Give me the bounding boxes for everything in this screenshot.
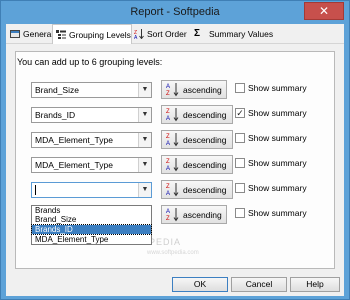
show-summary-label-4: Show summary [248, 158, 307, 168]
svg-text:A: A [166, 209, 170, 215]
field-combo-4[interactable]: MDA_Element_Type ▼ [31, 157, 152, 173]
window-title: Report - Softpedia [130, 6, 220, 18]
chevron-down-icon[interactable]: ▼ [138, 183, 151, 197]
help-button[interactable]: Help [290, 277, 340, 292]
sort-label-3: descending [183, 134, 227, 145]
sigma-icon: Σ [194, 28, 201, 39]
show-summary-checkbox-3[interactable] [235, 133, 245, 143]
tab-general[interactable]: General [10, 25, 53, 43]
show-summary-checkbox-4[interactable] [235, 158, 245, 168]
tab-sort-label: Sort Order [147, 29, 187, 39]
field-value-2: Brands_ID [35, 110, 76, 120]
svg-text:A: A [166, 141, 170, 147]
dropdown-option[interactable]: MDA_Element_Type [32, 235, 151, 244]
field-value-4: MDA_Element_Type [35, 160, 113, 170]
dialog-footer: OK Cancel Help [6, 271, 344, 296]
svg-text:A: A [166, 84, 170, 90]
show-summary-label-2: Show summary [248, 108, 307, 118]
ok-button[interactable]: OK [172, 277, 228, 292]
sort-ascending-icon: AZ [166, 82, 180, 97]
chevron-down-icon[interactable]: ▼ [138, 83, 151, 97]
sort-button-5[interactable]: ZA descending [161, 180, 233, 199]
sort-descending-icon: ZA [166, 132, 180, 147]
title-bar[interactable]: Report - Softpedia ✕ [1, 1, 349, 24]
sort-button-2[interactable]: ZA descending [161, 105, 233, 124]
svg-text:A: A [134, 35, 138, 39]
grouping-icon [56, 29, 66, 40]
sort-label-6: ascending [183, 209, 222, 220]
field-combo-3[interactable]: MDA_Element_Type ▼ [31, 132, 152, 148]
sort-descending-icon: ZA [166, 157, 180, 172]
svg-text:Z: Z [166, 91, 170, 97]
grouping-heading: You can add up to 6 grouping levels: [17, 57, 163, 67]
report-window: Report - Softpedia ✕ General Grouping Le… [0, 0, 350, 300]
show-summary-checkbox-2[interactable]: ✓ [235, 108, 245, 118]
tab-grouping-label: Grouping Levels [69, 29, 131, 40]
show-summary-label-5: Show summary [248, 183, 307, 193]
show-summary-checkbox-1[interactable] [235, 83, 245, 93]
tab-sort-order[interactable]: ZA Sort Order [134, 25, 187, 43]
sort-button-4[interactable]: ZA descending [161, 155, 233, 174]
sort-descending-icon: ZA [166, 182, 180, 197]
chevron-down-icon[interactable]: ▼ [138, 108, 151, 122]
chevron-down-icon[interactable]: ▼ [138, 158, 151, 172]
grouping-row-4: MDA_Element_Type ▼ ZA descending Show su… [6, 155, 344, 177]
dropdown-option-selected[interactable]: Brands_ID [31, 224, 152, 235]
show-summary-checkbox-5[interactable] [235, 183, 245, 193]
field-combo-2[interactable]: Brands_ID ▼ [31, 107, 152, 123]
svg-text:Z: Z [166, 184, 170, 190]
grouping-row-5: ▼ ZA descending Show summary [6, 180, 344, 202]
svg-text:Z: Z [166, 109, 170, 115]
show-summary-label-6: Show summary [248, 208, 307, 218]
dialog-client: General Grouping Levels ZA Sort Order Σ … [6, 24, 344, 296]
tab-grouping-levels[interactable]: Grouping Levels [52, 24, 132, 44]
cancel-button[interactable]: Cancel [231, 277, 287, 292]
tab-general-label: General [23, 29, 54, 39]
show-summary-label-1: Show summary [248, 83, 307, 93]
field-value-3: MDA_Element_Type [35, 135, 113, 145]
grouping-row-1: Brand_Size ▼ AZ ascending Show summary [6, 80, 344, 102]
sort-label-4: descending [183, 159, 227, 170]
svg-text:Z: Z [166, 134, 170, 140]
field-combo-1[interactable]: Brand_Size ▼ [31, 82, 152, 98]
sort-button-1[interactable]: AZ ascending [161, 80, 227, 99]
sort-icon: ZA [134, 29, 144, 41]
field-value-1: Brand_Size [35, 85, 79, 95]
dropdown-option[interactable]: Brand_Size [32, 215, 151, 224]
chevron-down-icon[interactable]: ▼ [138, 133, 151, 147]
sort-label-1: ascending [183, 84, 222, 95]
dropdown-option[interactable]: Brands [32, 206, 151, 215]
svg-text:A: A [166, 116, 170, 122]
show-summary-checkbox-6[interactable] [235, 208, 245, 218]
grouping-row-3: MDA_Element_Type ▼ ZA descending Show su… [6, 130, 344, 152]
text-cursor [35, 185, 36, 195]
field-combo-5[interactable]: ▼ [31, 182, 152, 198]
grouping-row-2: Brands_ID ▼ ZA descending ✓ Show summary [6, 105, 344, 127]
sort-descending-icon: ZA [166, 107, 180, 122]
sort-button-6[interactable]: AZ ascending [161, 205, 227, 224]
sort-label-2: descending [183, 109, 227, 120]
sort-label-5: descending [183, 184, 227, 195]
show-summary-label-3: Show summary [248, 133, 307, 143]
sort-button-3[interactable]: ZA descending [161, 130, 233, 149]
svg-text:A: A [166, 191, 170, 197]
sort-ascending-icon: AZ [166, 207, 180, 222]
general-icon [10, 29, 20, 39]
svg-text:A: A [166, 166, 170, 172]
tab-bar: General Grouping Levels ZA Sort Order Σ … [6, 24, 344, 44]
svg-text:Z: Z [166, 159, 170, 165]
close-button[interactable]: ✕ [304, 2, 344, 20]
tab-summary-label: Summary Values [209, 29, 274, 39]
field-dropdown-list[interactable]: Brands Brand_Size Brands_ID MDA_Element_… [31, 205, 152, 245]
svg-text:Z: Z [166, 216, 170, 222]
tab-summary-values[interactable]: Σ Summary Values [194, 25, 273, 43]
watermark-url: www.softpedia.com [147, 250, 199, 256]
